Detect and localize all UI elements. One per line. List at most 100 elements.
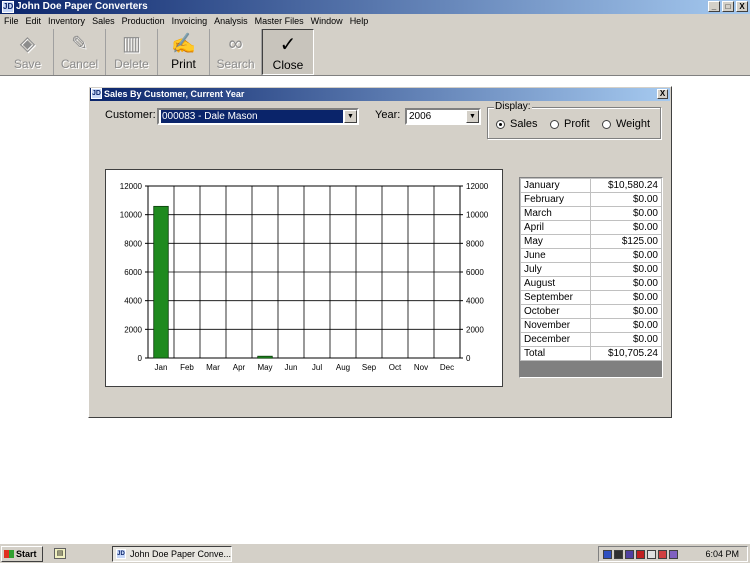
table-row: October $0.00	[520, 304, 663, 319]
x-tick-label: Apr	[233, 363, 246, 372]
month-cell: November	[520, 318, 591, 333]
menu-window[interactable]: Window	[311, 14, 343, 28]
y-tick-label-right: 10000	[466, 211, 489, 220]
menu-inventory[interactable]: Inventory	[48, 14, 85, 28]
amount-cell: $0.00	[589, 276, 663, 291]
window-titlebar[interactable]: JD John Doe Paper Converters _ □ X	[0, 0, 750, 14]
taskbar-app-icon: JD	[116, 549, 126, 559]
display-group: Display: Sales Profit Weight	[487, 101, 661, 139]
radio-sales[interactable]: Sales	[496, 118, 538, 130]
amount-cell: $125.00	[589, 234, 663, 249]
close-label: Close	[272, 58, 304, 72]
table-row: February $0.00	[520, 192, 663, 207]
x-tick-label: Feb	[180, 363, 194, 372]
month-cell: April	[520, 220, 591, 235]
table-row: April $0.00	[520, 220, 663, 235]
radio-profit[interactable]: Profit	[550, 118, 590, 130]
amount-cell: $0.00	[589, 318, 663, 333]
menu-sales[interactable]: Sales	[92, 14, 115, 28]
save-button[interactable]: ◈ Save	[2, 29, 54, 75]
customer-value: 000083 - Dale Mason	[161, 110, 343, 123]
table-row: July $0.00	[520, 262, 663, 277]
taskbar-item-app[interactable]: JD John Doe Paper Conve...	[112, 546, 232, 562]
radio-profit-label: Profit	[564, 118, 590, 130]
y-tick-label-right: 6000	[466, 268, 484, 277]
month-cell: July	[520, 262, 591, 277]
radio-profit-indicator[interactable]	[550, 119, 559, 129]
x-tick-label: Jul	[312, 363, 322, 372]
tray-volume-icon[interactable]	[669, 549, 678, 559]
y-tick-label-left: 8000	[124, 239, 142, 248]
window-title: John Doe Paper Converters	[16, 1, 148, 12]
y-tick-label-right: 12000	[466, 182, 489, 191]
start-button[interactable]: Start	[1, 546, 43, 562]
amount-cell: $0.00	[589, 192, 663, 207]
menu-help[interactable]: Help	[350, 14, 369, 28]
dialog-titlebar[interactable]: JD Sales By Customer, Current Year X	[90, 88, 670, 101]
print-button[interactable]: ✍ Print	[158, 29, 210, 75]
monthly-totals-table: January $10,580.24 February $0.00 March $0.00…	[519, 177, 663, 378]
month-cell: October	[520, 304, 591, 319]
radio-weight-indicator[interactable]	[602, 119, 611, 129]
month-cell: May	[520, 234, 591, 249]
month-cell: February	[520, 192, 591, 207]
start-label: Start	[16, 549, 37, 559]
bar-may	[257, 355, 273, 359]
sales-chart: 0 0 2000 2000 4000 4000 6000 6000 8000 8000 10000 1…	[105, 169, 503, 387]
dialog-app-icon: JD	[91, 88, 102, 99]
amount-cell: $0.00	[589, 332, 663, 347]
minimize-button[interactable]: _	[708, 1, 720, 12]
table-row: March $0.00	[520, 206, 663, 221]
menu-master-files[interactable]: Master Files	[255, 14, 304, 28]
radio-weight[interactable]: Weight	[602, 118, 650, 130]
month-cell: August	[520, 276, 591, 291]
menu-bar: File Edit Inventory Sales Production Inv…	[0, 14, 750, 28]
amount-cell: $0.00	[589, 220, 663, 235]
table-row: June $0.00	[520, 248, 663, 263]
amount-cell: $10,705.24	[589, 346, 663, 361]
dialog-title: Sales By Customer, Current Year	[104, 89, 245, 99]
menu-edit[interactable]: Edit	[26, 14, 42, 28]
tray-network-icon[interactable]	[603, 549, 612, 559]
bar-jan	[153, 205, 169, 359]
radio-weight-label: Weight	[616, 118, 651, 130]
delete-button[interactable]: ▥ Delete	[106, 29, 158, 75]
tray-shield-icon[interactable]	[625, 549, 634, 559]
tray-stop-icon[interactable]	[658, 549, 667, 559]
month-cell: June	[520, 248, 591, 263]
cancel-button[interactable]: ✎ Cancel	[54, 29, 106, 75]
show-desktop-icon[interactable]: ▤	[54, 548, 66, 559]
dialog-close-button[interactable]: X	[657, 89, 668, 99]
y-tick-label-right: 4000	[466, 297, 484, 306]
tray-clip-icon[interactable]	[647, 549, 656, 559]
radio-sales-indicator[interactable]	[496, 119, 505, 129]
tray-printer-icon[interactable]	[614, 549, 623, 559]
amount-cell: $0.00	[589, 248, 663, 263]
system-tray: 6:04 PM	[598, 546, 748, 562]
window-controls: _ □ X	[708, 1, 748, 12]
menu-invoicing[interactable]: Invoicing	[172, 14, 208, 28]
tray-antivirus-icon[interactable]	[636, 549, 645, 559]
menu-analysis[interactable]: Analysis	[214, 14, 248, 28]
cancel-icon: ✎	[71, 33, 88, 55]
y-tick-label-right: 8000	[466, 239, 484, 248]
menu-file[interactable]: File	[4, 14, 19, 28]
maximize-button[interactable]: □	[722, 1, 734, 12]
customer-select[interactable]: 000083 - Dale Mason ▼	[157, 108, 359, 125]
month-cell: Total	[520, 346, 591, 361]
year-select[interactable]: 2006 ▼	[405, 108, 481, 125]
save-icon: ◈	[19, 33, 36, 55]
table-row: September $0.00	[520, 290, 663, 305]
close-window-button[interactable]: X	[736, 1, 748, 12]
month-cell: January	[520, 178, 591, 193]
search-button[interactable]: ∞ Search	[210, 29, 262, 75]
chevron-down-icon[interactable]: ▼	[344, 110, 357, 123]
close-button[interactable]: ✓ Close	[262, 29, 314, 75]
amount-cell: $0.00	[589, 206, 663, 221]
cancel-label: Cancel	[60, 57, 99, 71]
amount-cell: $10,580.24	[589, 178, 663, 193]
chevron-down-icon[interactable]: ▼	[466, 110, 479, 123]
menu-production[interactable]: Production	[122, 14, 165, 28]
table-row: Total $10,705.24	[520, 346, 663, 361]
y-tick-label-left: 4000	[124, 297, 142, 306]
